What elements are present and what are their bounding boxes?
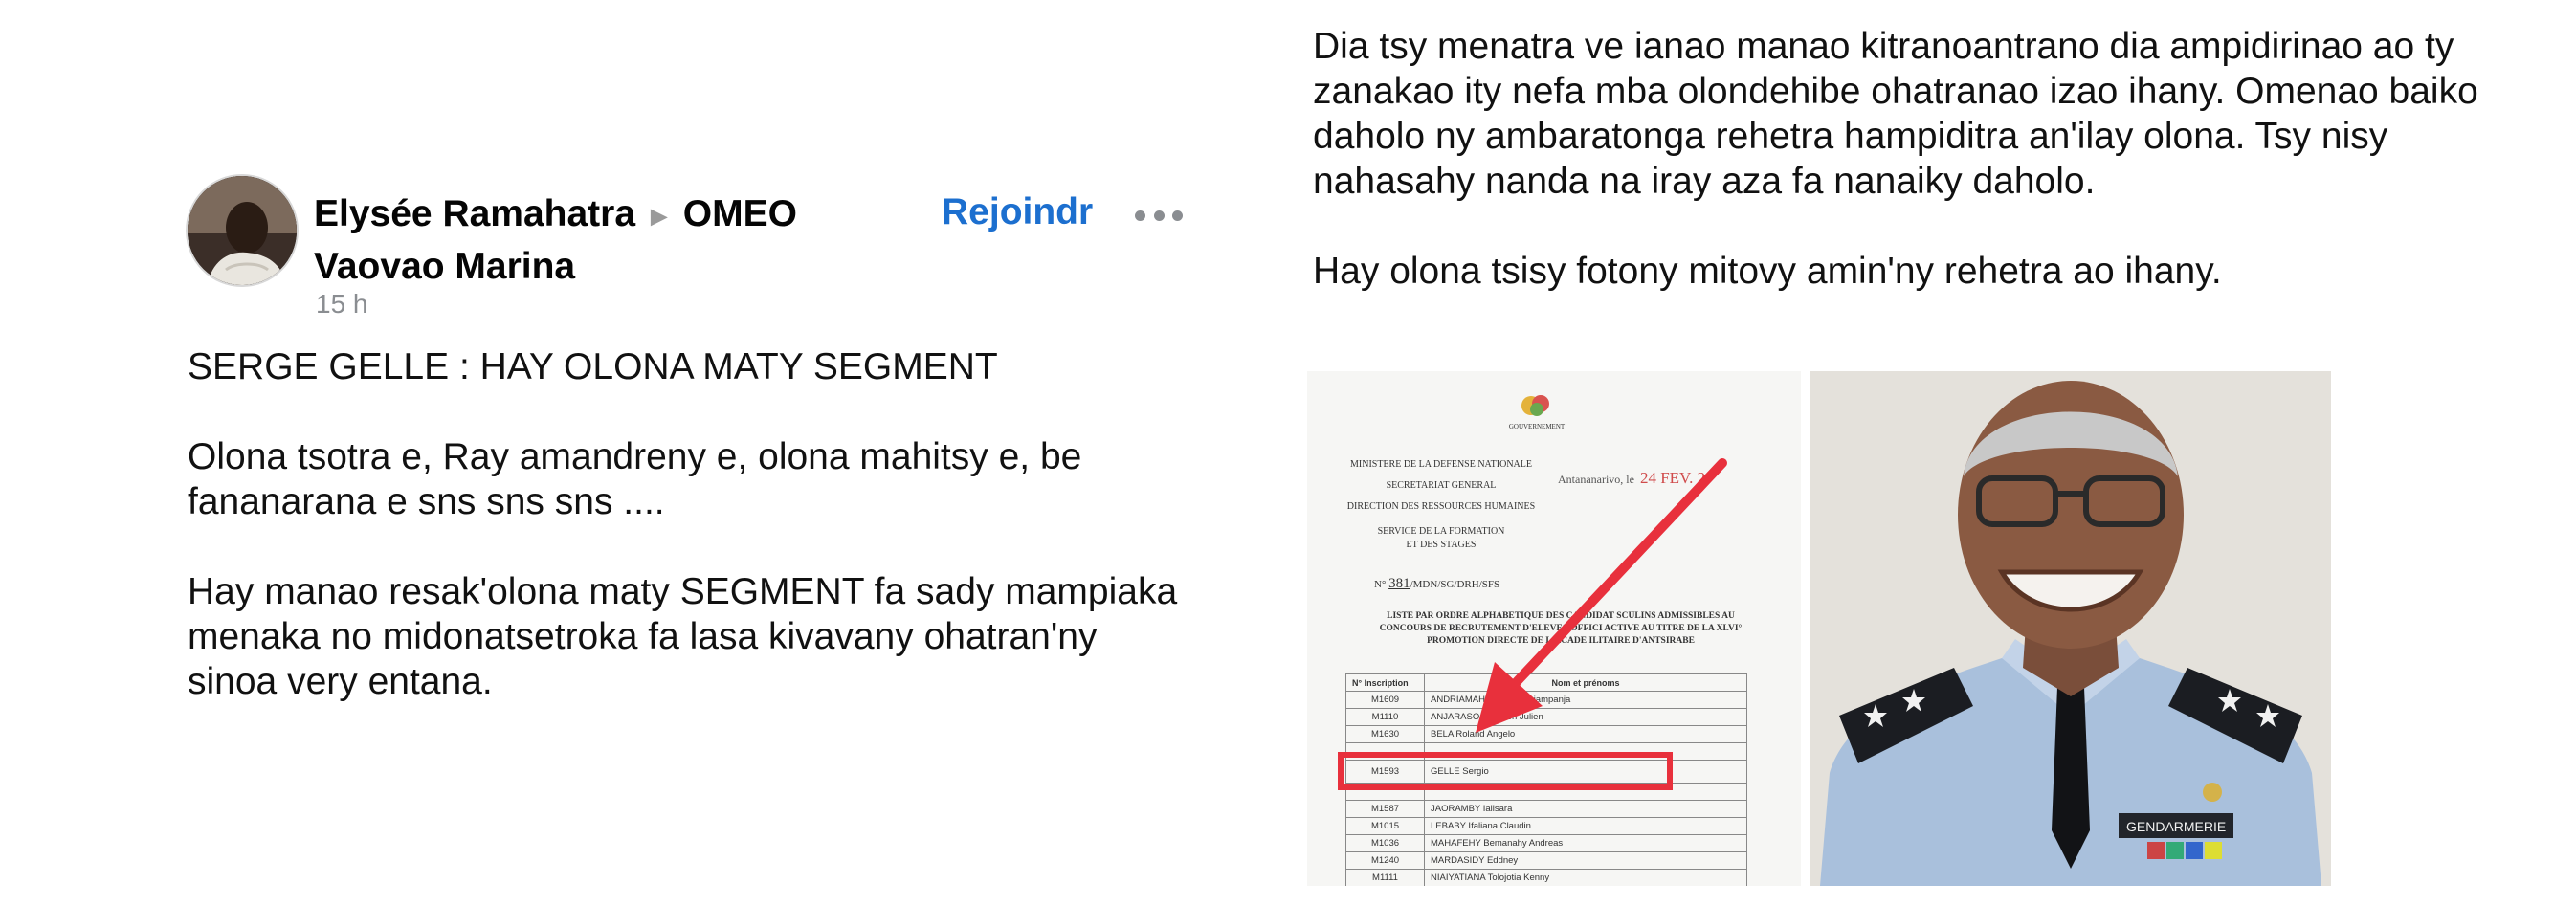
avatar-photo [188,176,297,285]
post-screenshot: Elysée Ramahatra ► OMEO Vaovao Marina 15 h… [0,0,2576,905]
post-timestamp[interactable]: 15 h [316,289,368,320]
author-name[interactable]: Elysée Ramahatra [314,193,635,234]
dot [1135,210,1145,221]
dot [1153,210,1165,221]
document-scan-image[interactable]: GOUVERNEMENT MINISTERE DE LA DEFENSE NAT… [1307,371,1810,886]
post-body: SERGE GELLE : HAY OLONA MATY SEGMENT Olo… [188,344,1183,749]
post-paragraph: Dia tsy menatra ve ianao manao kitranoan… [1313,26,2478,202]
post-author-line: Elysée Ramahatra ► OMEO Vaovao Marina [314,189,850,292]
officer-photo[interactable]: GENDARMERIE [1810,371,2331,886]
post-paragraph: Hay manao resak'olona maty SEGMENT fa sa… [188,571,1178,702]
join-group-button[interactable]: Rejoindr [942,191,1093,233]
post-images[interactable]: GOUVERNEMENT MINISTERE DE LA DEFENSE NAT… [1307,371,2331,886]
red-arrow-icon [1476,458,1727,733]
triangle-right-icon: ► [645,201,674,232]
post-paragraph: Olona tsotra e, Ray amandreny e, olona m… [188,436,1082,522]
post-body-continued: Dia tsy menatra ve ianao manao kitranoan… [1313,24,2480,339]
more-dots-icon[interactable] [1135,196,1183,234]
officer-portrait: GENDARMERIE [1810,371,2331,886]
post-paragraph: Hay olona tsisy fotony mitovy amin'ny re… [1313,251,2222,292]
badge-label: GENDARMERIE [2126,819,2226,834]
dot [1172,210,1183,221]
author-avatar[interactable] [186,174,299,287]
post-paragraph: SERGE GELLE : HAY OLONA MATY SEGMENT [188,346,998,387]
